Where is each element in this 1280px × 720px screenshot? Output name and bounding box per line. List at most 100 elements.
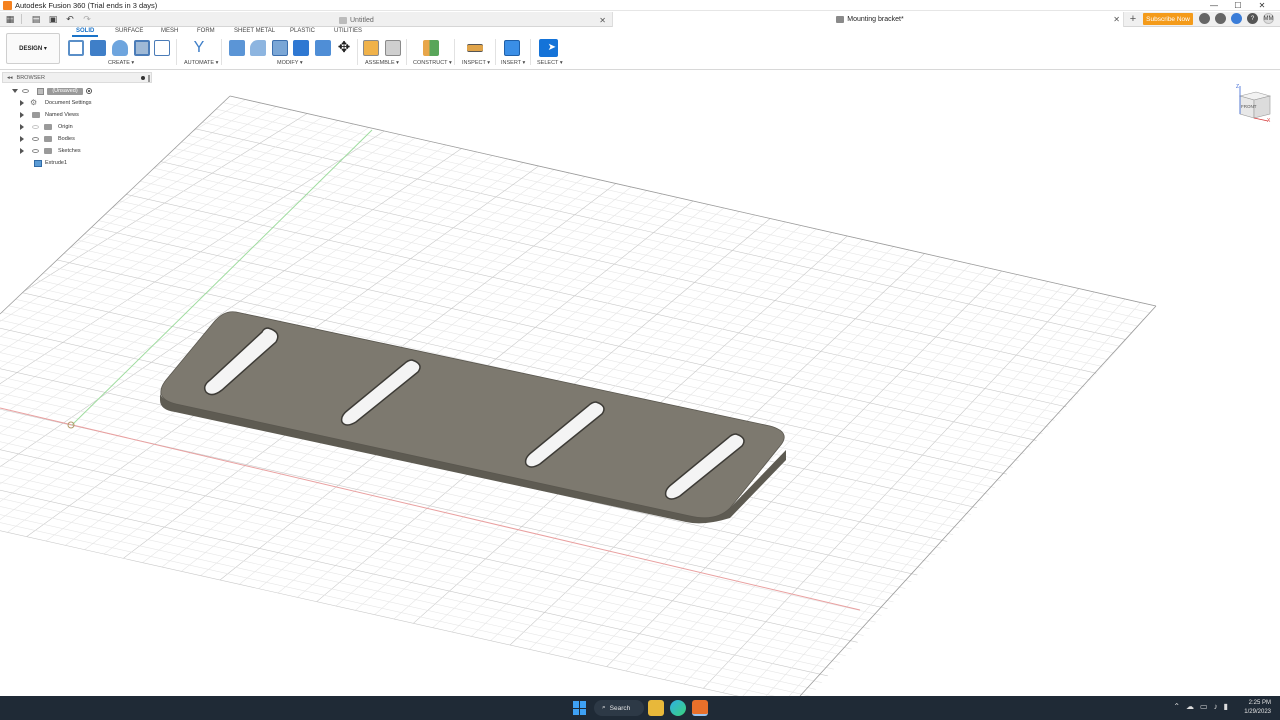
avatar[interactable]: MM <box>1263 13 1274 24</box>
mounting-bracket-body[interactable] <box>160 311 786 524</box>
extrude-icon[interactable] <box>90 40 106 56</box>
tab-utilities[interactable]: UTILITIES <box>334 28 362 34</box>
viewport-canvas[interactable] <box>0 70 1280 696</box>
grid-line <box>722 291 1095 693</box>
cloud-icon[interactable]: ☁ <box>1186 702 1194 711</box>
activate-radio-icon[interactable] <box>86 88 92 94</box>
data-panel-grid-icon[interactable]: ▦ <box>3 13 17 26</box>
expand-arrow-icon[interactable] <box>20 100 24 106</box>
subscribe-button[interactable]: Subscribe Now <box>1143 13 1193 25</box>
tree-item-sketches[interactable]: Sketches <box>2 145 152 157</box>
start-menu-icon[interactable] <box>573 701 587 715</box>
select-menu[interactable]: SELECT ▾ <box>537 60 563 66</box>
tree-item-label: Origin <box>58 124 73 130</box>
assemble-menu[interactable]: ASSEMBLE ▾ <box>365 60 399 66</box>
window-controls: — ☐ ✕ <box>1202 0 1274 11</box>
insert-image-icon[interactable] <box>504 40 520 56</box>
workspace-switcher-button[interactable]: DESIGN ▾ <box>6 33 60 64</box>
pattern-icon[interactable] <box>154 40 170 56</box>
insert-menu[interactable]: INSERT ▾ <box>501 60 525 66</box>
fillet-icon[interactable] <box>250 40 266 56</box>
collapse-panel-icon[interactable]: ◂◂ <box>7 75 13 81</box>
3d-viewport[interactable] <box>0 70 1280 696</box>
create-sketch-icon[interactable] <box>68 40 84 56</box>
combine-icon[interactable] <box>293 40 309 56</box>
redo-icon[interactable]: ↷ <box>80 13 94 26</box>
shell-icon[interactable] <box>272 40 288 56</box>
construct-menu[interactable]: CONSTRUCT ▾ <box>413 60 452 66</box>
document-icon <box>37 87 44 95</box>
close-window-button[interactable]: ✕ <box>1250 0 1274 11</box>
tab-mesh[interactable]: MESH <box>161 28 178 34</box>
clock-date: 1/29/2023 <box>1244 709 1271 715</box>
edge-browser-icon[interactable] <box>670 700 686 716</box>
tab-label: Untitled <box>350 16 374 24</box>
expand-arrow-icon[interactable] <box>20 136 24 142</box>
volume-icon[interactable]: ♪ <box>1214 702 1218 711</box>
expand-arrow-icon[interactable] <box>20 112 24 118</box>
battery-icon[interactable]: ▮ <box>1224 702 1228 711</box>
tab-form[interactable]: FORM <box>197 28 215 34</box>
tree-item-label: Named Views <box>45 112 79 118</box>
tab-mounting-bracket[interactable]: Mounting bracket* ✕ <box>612 12 1124 27</box>
fusion360-taskbar-icon[interactable] <box>692 700 708 716</box>
viewcube[interactable]: FRONT Z X <box>1234 84 1272 122</box>
tree-item-named-views[interactable]: Named Views <box>2 109 152 121</box>
close-tab-icon[interactable]: ✕ <box>1113 15 1120 24</box>
automate-icon[interactable]: Y <box>191 40 207 56</box>
maximize-button[interactable]: ☐ <box>1226 0 1250 11</box>
tree-root[interactable]: (Unsaved) <box>2 85 152 97</box>
tab-untitled[interactable]: Untitled ✕ <box>335 13 609 27</box>
new-component-icon[interactable] <box>363 40 379 56</box>
taskbar-search-button[interactable]: ⌕ Search <box>594 700 644 716</box>
help-icon[interactable]: ? <box>1247 13 1258 24</box>
tab-plastic[interactable]: PLASTIC <box>290 28 315 34</box>
tree-item-label: Bodies <box>58 136 75 142</box>
visibility-eye-icon[interactable] <box>32 149 39 153</box>
expand-arrow-icon[interactable] <box>20 124 24 130</box>
close-tab-icon[interactable]: ✕ <box>599 16 606 25</box>
create-menu[interactable]: CREATE ▾ <box>108 60 134 66</box>
tree-item-extrude1[interactable]: Extrude1 <box>2 157 152 169</box>
visibility-eye-icon[interactable] <box>22 89 29 93</box>
minimize-button[interactable]: — <box>1202 0 1226 11</box>
press-pull-icon[interactable] <box>229 40 245 56</box>
tab-solid[interactable]: SOLID <box>71 28 99 37</box>
automate-menu[interactable]: AUTOMATE ▾ <box>184 60 218 66</box>
move-copy-icon[interactable]: ✥ <box>336 40 352 56</box>
extensions-icon[interactable] <box>1199 13 1210 24</box>
file-explorer-icon[interactable] <box>648 700 664 716</box>
save-icon[interactable]: ▣ <box>46 13 60 26</box>
tab-surface[interactable]: SURFACE <box>115 28 143 34</box>
expand-arrow-icon[interactable] <box>20 148 24 154</box>
window-titlebar: Autodesk Fusion 360 (Trial ends in 3 day… <box>0 0 1280 11</box>
visibility-eye-icon[interactable] <box>32 137 39 141</box>
hole-icon[interactable] <box>134 40 150 56</box>
file-menu-icon[interactable]: ▤ <box>29 13 43 26</box>
tree-item-origin[interactable]: Origin <box>2 121 152 133</box>
new-tab-button[interactable]: + <box>1127 13 1139 25</box>
visibility-eye-icon[interactable] <box>32 125 39 129</box>
joint-icon[interactable] <box>385 40 401 56</box>
tab-sheet-metal[interactable]: SHEET METAL <box>234 28 275 34</box>
collapse-arrow-icon[interactable] <box>12 89 18 93</box>
tree-item-bodies[interactable]: Bodies <box>2 133 152 145</box>
pin-icon[interactable] <box>141 76 145 80</box>
notifications-icon[interactable] <box>1231 13 1242 24</box>
tray-chevron-icon[interactable]: ⌃ <box>1173 702 1180 711</box>
job-status-icon[interactable] <box>1215 13 1226 24</box>
undo-icon[interactable]: ↶ <box>63 13 77 26</box>
tree-item-document-settings[interactable]: ⚙ Document Settings <box>2 97 152 109</box>
tab-label: Mounting bracket* <box>847 16 904 23</box>
revolve-icon[interactable] <box>112 40 128 56</box>
tree-item-label: Sketches <box>58 148 81 154</box>
panel-resize-handle[interactable] <box>148 75 150 82</box>
select-cursor-icon[interactable]: ➤ <box>539 39 558 57</box>
split-body-icon[interactable] <box>315 40 331 56</box>
network-icon[interactable]: ▭ <box>1200 702 1208 711</box>
inspect-menu[interactable]: INSPECT ▾ <box>462 60 490 66</box>
offset-plane-icon[interactable] <box>423 40 439 56</box>
measure-icon[interactable] <box>467 44 483 52</box>
modify-menu[interactable]: MODIFY ▾ <box>277 60 303 66</box>
taskbar-clock[interactable]: 2:25 PM 1/29/2023 <box>1244 699 1271 717</box>
